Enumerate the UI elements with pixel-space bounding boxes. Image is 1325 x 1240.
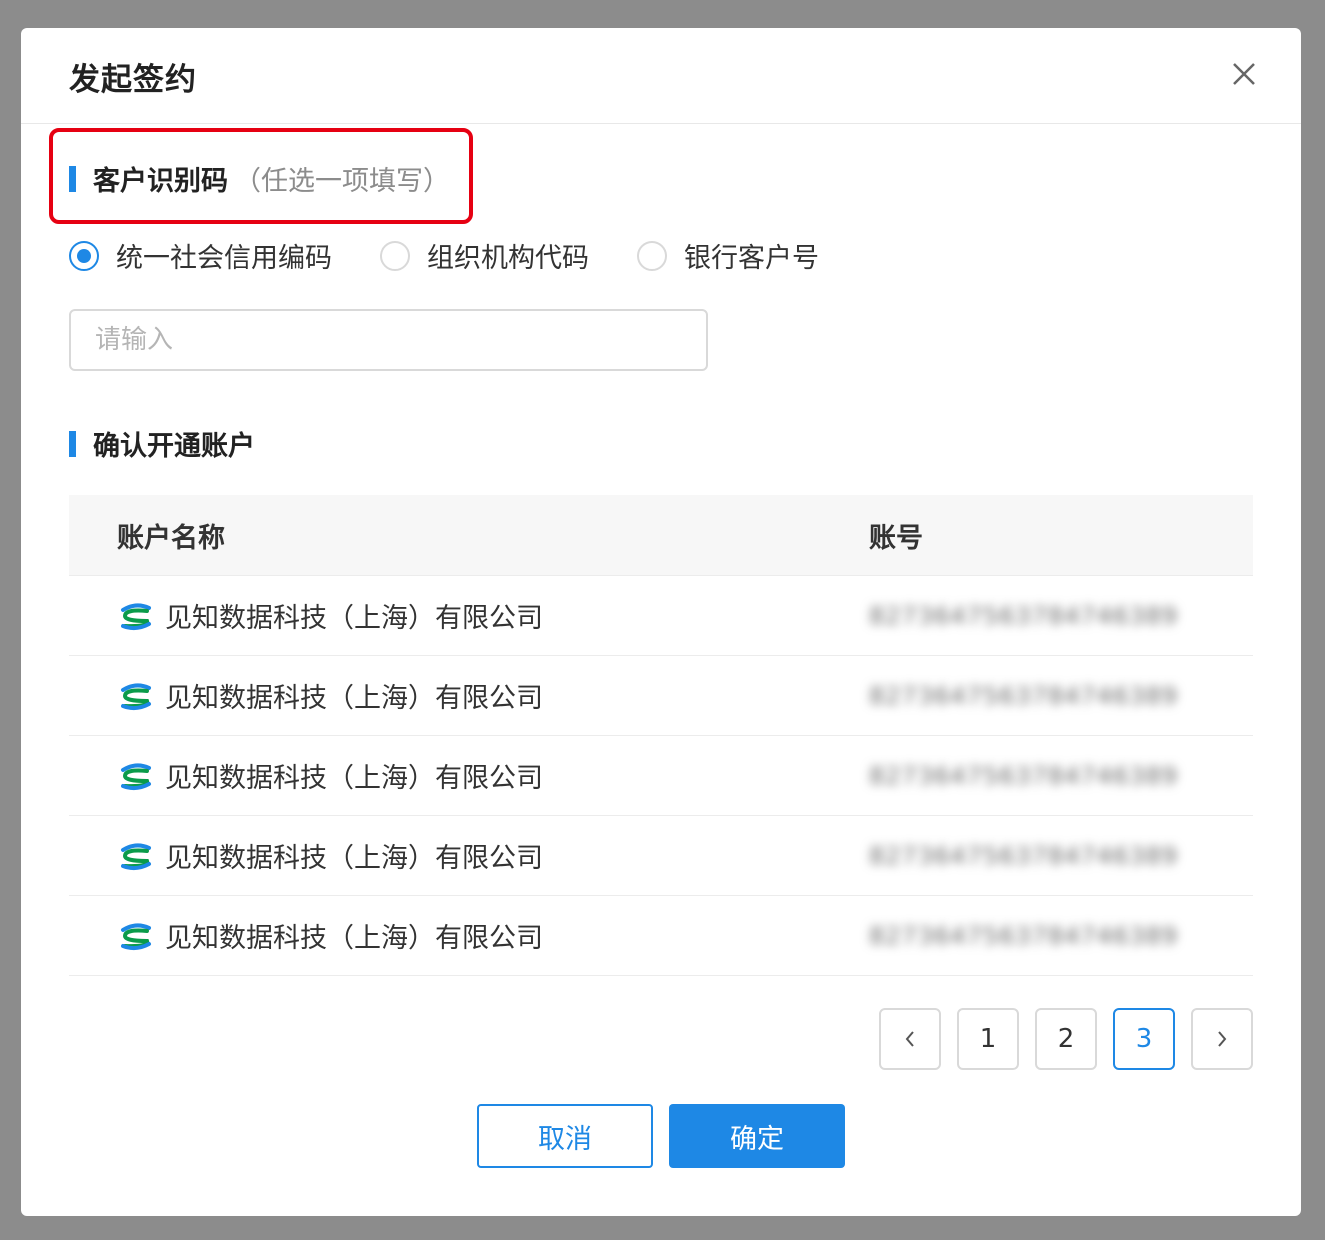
radio-label: 银行客户号 <box>684 243 819 274</box>
identifier-section-title: 客户识别码 （任选一项填写） <box>69 159 450 198</box>
radio-label: 组织机构代码 <box>427 243 589 274</box>
page-button-2[interactable]: 2 <box>1035 1008 1097 1070</box>
prev-page-button[interactable] <box>879 1008 941 1070</box>
bank-logo-icon <box>121 842 151 870</box>
page-button-3[interactable]: 3 <box>1113 1008 1175 1070</box>
account-section-title: 确认开通账户 <box>69 424 255 463</box>
identifier-title-text: 客户识别码 <box>93 166 228 197</box>
table-header: 账户名称 账号 <box>69 495 1253 576</box>
row-name-cell: 见知数据科技（上海）有限公司 <box>69 676 821 715</box>
account-number: 8273647563784746389 <box>869 841 1179 870</box>
table-row: 见知数据科技（上海）有限公司 8273647563784746389 <box>69 816 1253 896</box>
radio-label: 统一社会信用编码 <box>116 243 332 274</box>
bank-logo-icon <box>121 682 151 710</box>
account-name: 见知数据科技（上海）有限公司 <box>165 923 543 954</box>
identifier-input[interactable] <box>69 309 708 371</box>
radio-org-code[interactable]: 组织机构代码 <box>380 236 589 275</box>
bank-logo-icon <box>121 602 151 630</box>
sign-dialog: 发起签约 客户识别码 （任选一项填写） 统一社会信用编码 组织机构代码 银行客户… <box>21 28 1301 1216</box>
dialog-header: 发起签约 <box>21 28 1301 124</box>
row-name-cell: 见知数据科技（上海）有限公司 <box>69 756 821 795</box>
account-name: 见知数据科技（上海）有限公司 <box>165 763 543 794</box>
column-header-name: 账户名称 <box>117 522 225 554</box>
account-name: 见知数据科技（上海）有限公司 <box>165 683 543 714</box>
section-marker <box>69 165 76 192</box>
radio-unified-credit-code[interactable]: 统一社会信用编码 <box>69 236 332 275</box>
account-table: 账户名称 账号 见知数据科技（上海）有限公司 827364756378474638… <box>69 495 1253 976</box>
close-icon[interactable] <box>1231 61 1257 87</box>
chevron-right-icon <box>1218 1031 1227 1047</box>
table-row: 见知数据科技（上海）有限公司 8273647563784746389 <box>69 576 1253 656</box>
bank-logo-icon <box>121 762 151 790</box>
row-account-cell: 8273647563784746389 <box>821 922 1253 950</box>
table-row: 见知数据科技（上海）有限公司 8273647563784746389 <box>69 656 1253 736</box>
bank-logo-icon <box>121 922 151 950</box>
identifier-type-radio-group: 统一社会信用编码 组织机构代码 银行客户号 <box>69 236 867 275</box>
table-row: 见知数据科技（上海）有限公司 8273647563784746389 <box>69 736 1253 816</box>
account-number: 8273647563784746389 <box>869 681 1179 710</box>
account-name: 见知数据科技（上海）有限公司 <box>165 843 543 874</box>
row-account-cell: 8273647563784746389 <box>821 842 1253 870</box>
cancel-button[interactable]: 取消 <box>477 1104 653 1168</box>
account-number: 8273647563784746389 <box>869 761 1179 790</box>
row-name-cell: 见知数据科技（上海）有限公司 <box>69 836 821 875</box>
radio-circle[interactable] <box>637 240 667 271</box>
table-row: 见知数据科技（上海）有限公司 8273647563784746389 <box>69 896 1253 976</box>
account-name: 见知数据科技（上海）有限公司 <box>165 603 543 634</box>
radio-circle[interactable] <box>380 240 410 271</box>
column-header-account: 账号 <box>869 522 923 554</box>
confirm-button[interactable]: 确定 <box>669 1104 845 1168</box>
radio-circle-checked[interactable] <box>69 240 99 271</box>
row-account-cell: 8273647563784746389 <box>821 682 1253 710</box>
row-account-cell: 8273647563784746389 <box>821 762 1253 790</box>
row-name-cell: 见知数据科技（上海）有限公司 <box>69 916 821 955</box>
account-title-text: 确认开通账户 <box>93 431 255 462</box>
radio-bank-customer-number[interactable]: 银行客户号 <box>637 236 819 275</box>
next-page-button[interactable] <box>1191 1008 1253 1070</box>
pagination: 1 2 3 <box>863 1008 1253 1070</box>
section-marker <box>69 430 76 457</box>
row-account-cell: 8273647563784746389 <box>821 602 1253 630</box>
dialog-title: 发起签约 <box>69 62 197 98</box>
account-number: 8273647563784746389 <box>869 601 1179 630</box>
account-number: 8273647563784746389 <box>869 921 1179 950</box>
chevron-left-icon <box>905 1031 914 1047</box>
row-name-cell: 见知数据科技（上海）有限公司 <box>69 596 821 635</box>
identifier-hint: （任选一项填写） <box>234 166 450 197</box>
page-button-1[interactable]: 1 <box>957 1008 1019 1070</box>
